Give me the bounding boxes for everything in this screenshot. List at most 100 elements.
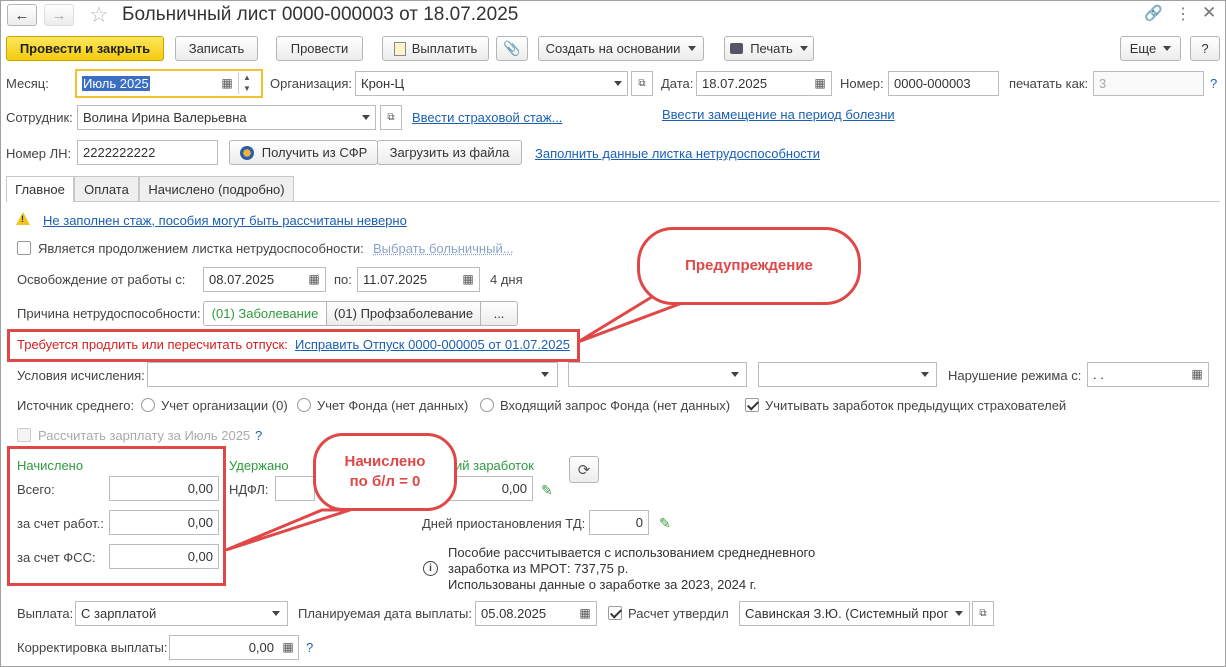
calc-salary-checkbox[interactable] <box>17 428 31 442</box>
employee-open-button[interactable]: ⧉ <box>380 105 402 130</box>
conditions-label: Условия исчисления: <box>17 368 145 383</box>
org-field[interactable]: Крон-Ц <box>355 71 628 96</box>
payment-label: Выплата: <box>17 606 74 621</box>
warning-link[interactable]: Не заполнен стаж, пособия могут быть рас… <box>43 213 407 228</box>
employee-dropdown-icon[interactable] <box>362 115 370 120</box>
calendar-icon[interactable]: ▦ <box>219 75 235 91</box>
close-icon[interactable]: ✕ <box>1202 3 1216 23</box>
print-button-label: Печать <box>750 41 793 56</box>
arrow-right-icon: → <box>51 6 67 24</box>
spin-up-icon[interactable]: ▲ <box>243 73 251 82</box>
continuation-label: Является продолжением листка нетрудоспос… <box>38 241 364 256</box>
info-line-2: заработка из МРОТ: 737,75 р. <box>448 561 629 576</box>
employee-field[interactable]: Волина Ирина Валерьевна <box>77 105 376 130</box>
fill-data-link[interactable]: Заполнить данные листка нетрудоспособнос… <box>535 146 820 161</box>
pencil-icon[interactable]: ✎ <box>541 482 553 499</box>
conditions-dropdown-icon[interactable] <box>541 372 549 377</box>
reason-more-button[interactable]: ... <box>480 301 518 326</box>
reason-occupational-button[interactable]: (01) Профзаболевание <box>326 301 481 326</box>
refresh-icon: ⟳ <box>577 461 591 479</box>
payment-field[interactable]: С зарплатой <box>75 601 288 626</box>
continuation-checkbox[interactable] <box>17 241 31 255</box>
number-label: Номер: <box>840 76 884 91</box>
accrued-callout: Начислено по б/л = 0 <box>313 433 457 511</box>
org-open-button[interactable]: ⧉ <box>631 71 653 96</box>
save-button[interactable]: Записать <box>175 36 258 61</box>
accrued-employer-label: за счет работ.: <box>17 516 104 531</box>
print-as-label: печатать как: <box>1009 76 1089 91</box>
correction-label: Корректировка выплаты: <box>17 640 168 655</box>
more-button[interactable]: Еще <box>1120 36 1181 61</box>
radio-fund-label: Учет Фонда (нет данных) <box>317 398 469 413</box>
avg-source-label: Источник среднего: <box>17 398 135 413</box>
refresh-button[interactable]: ⟳ <box>569 456 599 483</box>
tab-accrued-detail[interactable]: Начислено (подробно) <box>139 176 294 201</box>
approved-field[interactable]: Савинская З.Ю. (Системный прог <box>739 601 970 626</box>
radio-fund[interactable] <box>297 398 311 412</box>
calendar-icon[interactable]: ▦ <box>460 271 476 287</box>
info-line-1: Пособие рассчитывается с использованием … <box>448 545 816 560</box>
get-sfr-button[interactable]: Получить из СФР <box>229 140 378 165</box>
correction-field[interactable]: 0,00 <box>169 635 299 660</box>
month-label: Месяц: <box>6 76 49 91</box>
tab-payment[interactable]: Оплата <box>74 176 139 201</box>
accrued-fss-field[interactable]: 0,00 <box>109 544 219 569</box>
calc-salary-help[interactable]: ? <box>255 428 262 443</box>
accrued-fss-label: за счет ФСС: <box>17 550 96 565</box>
calculator-icon[interactable]: ▦ <box>281 639 295 655</box>
link-icon[interactable]: 🔗 <box>1144 4 1163 22</box>
help-button[interactable]: ? <box>1190 36 1220 61</box>
vacation-fix-link[interactable]: Исправить Отпуск 0000-000005 от 01.07.20… <box>295 337 570 352</box>
approved-open-button[interactable]: ⧉ <box>972 601 994 626</box>
create-based-button[interactable]: Создать на основании <box>538 36 704 61</box>
calendar-icon[interactable]: ▦ <box>306 271 322 287</box>
insurance-link[interactable]: Ввести страховой стаж... <box>412 110 562 125</box>
ndfl-field[interactable] <box>275 476 315 501</box>
month-divider <box>238 73 239 94</box>
radio-org[interactable] <box>141 398 155 412</box>
pay-button-label: Выплатить <box>411 41 478 56</box>
correction-help[interactable]: ? <box>306 640 313 655</box>
suspension-field[interactable]: 0 <box>589 510 649 535</box>
approved-label: Расчет утвердил <box>628 606 729 621</box>
accrued-employer-field[interactable]: 0,00 <box>109 510 219 535</box>
open-icon: ⧉ <box>979 608 987 619</box>
conditions-dropdown-icon[interactable] <box>921 372 929 377</box>
conditions-field-3[interactable] <box>758 362 937 387</box>
print-as-field[interactable]: 3 <box>1093 71 1204 96</box>
accrued-total-label: Всего: <box>17 482 55 497</box>
print-button[interactable]: Печать <box>724 36 814 61</box>
replacement-link[interactable]: Ввести замещение на период болезни <box>662 107 895 122</box>
conditions-field-2[interactable] <box>568 362 747 387</box>
attach-button[interactable]: 📎 <box>496 36 528 61</box>
calendar-icon[interactable]: ▦ <box>577 605 593 621</box>
approved-checkbox[interactable] <box>608 606 622 620</box>
post-button[interactable]: Провести <box>276 36 363 61</box>
star-icon[interactable]: ☆ <box>89 2 109 28</box>
spin-down-icon[interactable]: ▼ <box>243 84 251 93</box>
printer-icon <box>730 43 744 54</box>
ln-field[interactable]: 2222222222 <box>77 140 218 165</box>
tab-main[interactable]: Главное <box>6 176 74 202</box>
choose-sick-link[interactable]: Выбрать больничный... <box>373 241 514 256</box>
approved-dropdown-icon[interactable] <box>955 611 963 616</box>
pay-button[interactable]: Выплатить <box>382 36 489 61</box>
conditions-field-1[interactable] <box>147 362 558 387</box>
conditions-dropdown-icon[interactable] <box>731 372 739 377</box>
load-file-button[interactable]: Загрузить из файла <box>377 140 522 165</box>
number-field[interactable]: 0000-000003 <box>888 71 999 96</box>
calendar-icon[interactable]: ▦ <box>1189 366 1205 382</box>
prev-insurers-checkbox[interactable] <box>745 398 759 412</box>
calendar-icon[interactable]: ▦ <box>812 75 828 91</box>
help-link[interactable]: ? <box>1210 76 1217 91</box>
back-button[interactable]: ← <box>7 4 37 26</box>
payment-dropdown-icon[interactable] <box>272 611 280 616</box>
more-vert-icon[interactable]: ⋮ <box>1175 4 1191 24</box>
pencil-icon[interactable]: ✎ <box>659 515 671 532</box>
radio-request[interactable] <box>480 398 494 412</box>
accrued-total-field[interactable]: 0,00 <box>109 476 219 501</box>
reason-disease-button[interactable]: (01) Заболевание <box>203 301 327 326</box>
post-and-close-button[interactable]: Провести и закрыть <box>6 36 164 61</box>
forward-button[interactable]: → <box>44 4 74 26</box>
org-dropdown-icon[interactable] <box>614 81 622 86</box>
